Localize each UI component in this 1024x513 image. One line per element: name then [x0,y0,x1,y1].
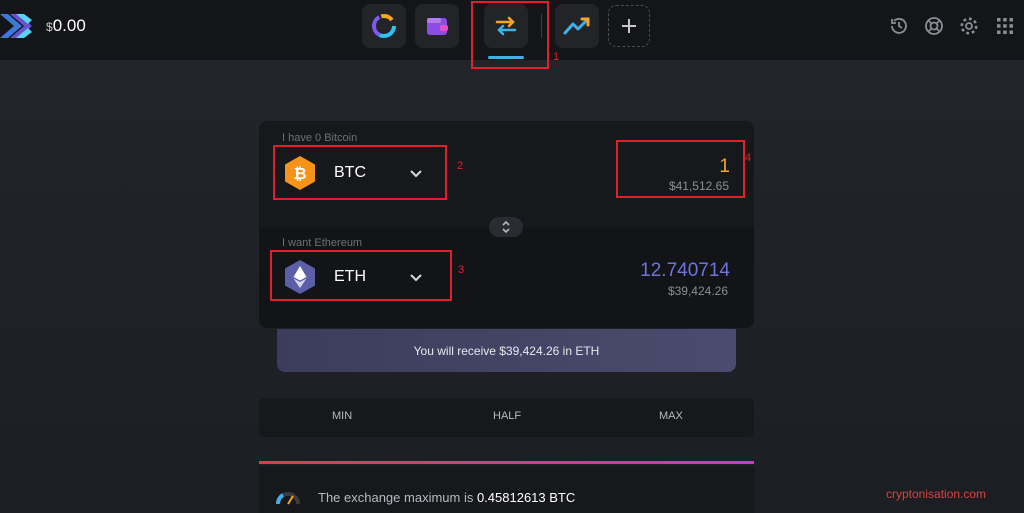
max-button[interactable]: MAX [659,410,683,422]
annotation-box-3 [270,250,452,301]
add-app-button[interactable] [608,5,650,47]
wallet-nav-button[interactable] [415,4,459,48]
to-label: I want Ethereum [282,237,363,249]
wallet-icon [427,18,448,35]
annotation-box-1 [471,1,549,69]
swap-arrows-icon [502,220,510,234]
to-amount: 12.740714 [640,260,730,281]
annotation-label-2: 2 [457,160,464,172]
history-icon[interactable] [889,16,909,36]
swap-direction-button[interactable] [489,217,523,237]
from-label: I have 0 Bitcoin [282,132,358,144]
portfolio-icon [372,14,396,38]
add-icon [622,19,636,33]
annotation-label-3: 3 [458,264,465,276]
watermark: cryptonisation.com [886,487,987,501]
annotation-box-2 [273,145,447,200]
exchange-max-label: The exchange maximum is [318,490,477,505]
gauge-icon [276,492,300,505]
gradient-divider [259,461,754,464]
min-button[interactable]: MIN [332,410,352,422]
exodus-logo-icon[interactable] [0,10,32,42]
support-icon[interactable] [924,16,944,36]
trade-nav-button[interactable] [555,4,599,48]
annotation-label-1: 1 [553,51,560,63]
apps-grid-icon[interactable] [995,16,1015,36]
annotation-box-4 [616,140,745,198]
currency-symbol: $ [46,20,53,34]
exchange-max-text: The exchange maximum is 0.45812613 BTC [318,490,575,505]
receive-summary: You will receive $39,424.26 in ETH [277,329,736,372]
exchange-max-value: 0.45812613 BTC [476,490,576,505]
amount-presets: MIN HALF MAX [259,398,754,437]
annotation-label-4: 4 [745,152,752,164]
portfolio-nav-button[interactable] [362,4,406,48]
trade-icon [563,17,590,35]
half-button[interactable]: HALF [493,410,521,422]
balance-value: 0.00 [52,16,86,35]
settings-icon[interactable] [959,16,979,36]
to-usd-value: $39,424.26 [667,284,728,298]
portfolio-balance: $0.00 [46,16,86,36]
